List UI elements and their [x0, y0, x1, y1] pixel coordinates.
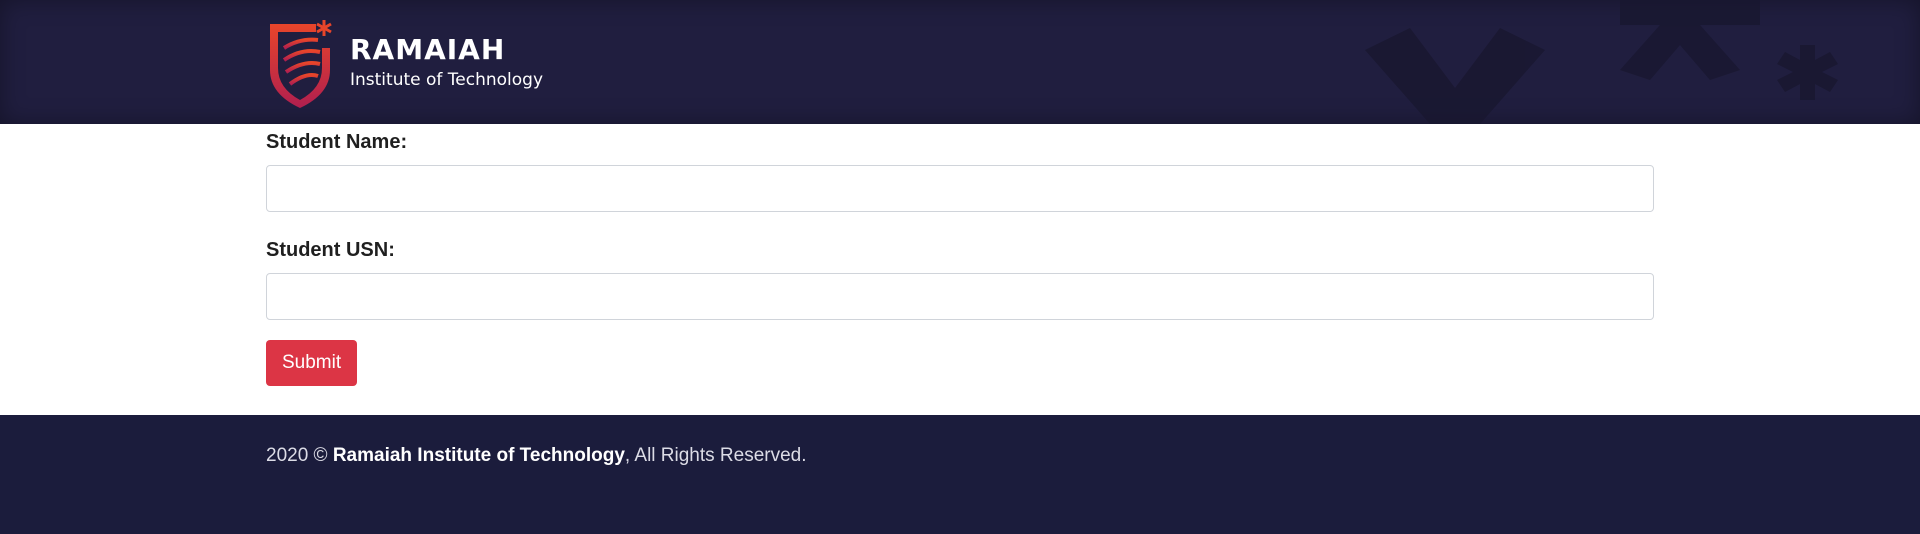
- brand-name: RAMAIAH: [350, 33, 506, 66]
- ramaiah-shield-logo-icon: [270, 20, 332, 108]
- submit-button[interactable]: Submit: [266, 340, 358, 386]
- site-footer: 2020 © Ramaiah Institute of Technology, …: [0, 415, 1920, 534]
- copyright-text: 2020 © Ramaiah Institute of Technology, …: [266, 443, 807, 469]
- main-content: Student Name: Student USN: Submit: [0, 124, 1920, 415]
- brand-block[interactable]: RAMAIAH Institute of Technology: [266, 18, 543, 108]
- brand-subtitle: Institute of Technology: [350, 70, 544, 90]
- student-usn-input[interactable]: [266, 273, 1654, 320]
- student-name-label: Student Name:: [266, 131, 408, 153]
- copyright-rights: , All Rights Reserved.: [624, 445, 807, 466]
- student-name-input[interactable]: [266, 165, 1654, 212]
- site-header: RAMAIAH Institute of Technology: [0, 0, 1920, 124]
- copyright-org-name: Ramaiah Institute of Technology: [332, 445, 625, 466]
- brand-text: RAMAIAH Institute of Technology: [350, 35, 543, 91]
- student-usn-label: Student USN:: [266, 239, 395, 261]
- copyright-year: 2020 ©: [266, 445, 328, 466]
- student-form: Student Name: Student USN: Submit: [266, 124, 1654, 386]
